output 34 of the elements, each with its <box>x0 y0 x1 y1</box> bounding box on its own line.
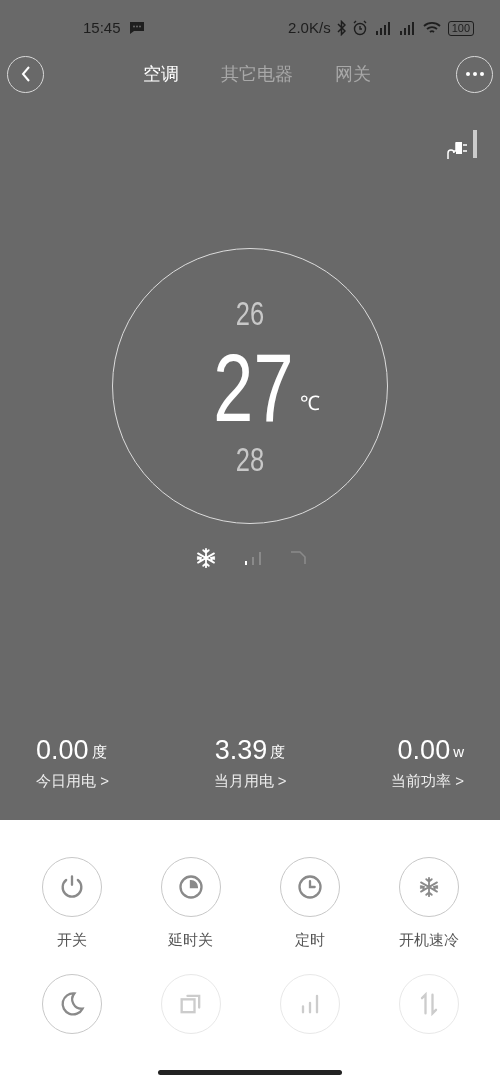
status-time: 15:45 <box>83 17 121 38</box>
stat-link[interactable]: 当前功率 > <box>391 769 464 792</box>
temperature-below: 28 <box>235 442 265 476</box>
stat-link[interactable]: 今日用电 > <box>36 769 109 792</box>
network-speed: 2.0K/s <box>288 17 331 38</box>
signal-icon <box>397 20 416 36</box>
stat-unit: 度 <box>270 742 286 762</box>
current-temperature: 27 <box>212 348 294 428</box>
control-label: 开机速冷 <box>398 930 459 950</box>
stat-unit: w <box>453 742 464 762</box>
stat-value: 0.00 <box>397 736 451 764</box>
battery-indicator: 100 <box>447 20 474 36</box>
control-button[interactable] <box>41 973 102 1034</box>
temperature-above: 26 <box>235 296 265 330</box>
stat-value: 0.00 <box>36 736 89 764</box>
temperature-unit: ℃ <box>300 391 321 416</box>
plug-icon <box>444 130 480 160</box>
control-label: 定时 <box>294 930 325 950</box>
signal-icon <box>373 20 392 36</box>
stat-value: 3.39 <box>214 736 268 764</box>
control-label: 开关 <box>56 930 87 950</box>
pie-timer-icon <box>176 873 205 901</box>
more-icon <box>465 72 484 76</box>
clock-icon <box>295 873 324 901</box>
control-label: 延时关 <box>168 930 213 950</box>
bluetooth-icon <box>336 20 346 36</box>
wifi-icon <box>421 20 442 36</box>
tab[interactable]: 空调 <box>143 60 179 88</box>
message-icon <box>128 21 145 35</box>
back-icon <box>19 66 32 82</box>
stat-unit: 度 <box>91 742 107 762</box>
stat-link[interactable]: 当月用电 > <box>213 769 287 792</box>
snowflake-icon <box>417 876 440 898</box>
alarm-icon <box>351 20 368 36</box>
